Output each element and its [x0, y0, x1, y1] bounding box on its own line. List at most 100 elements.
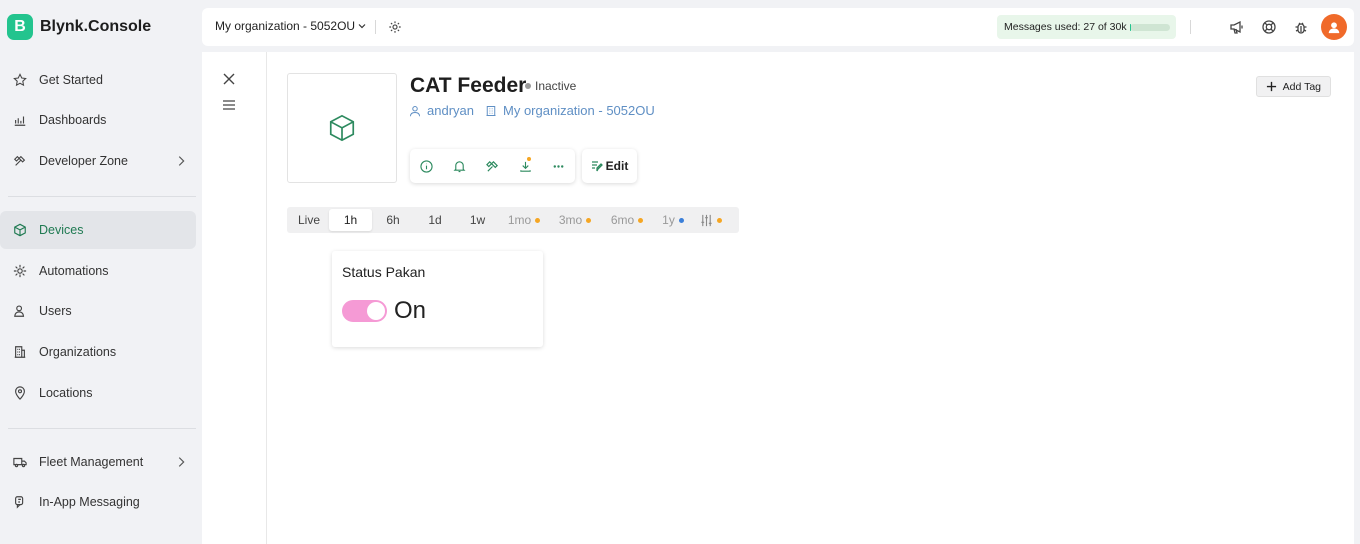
edit-button[interactable]: Edit — [582, 149, 637, 183]
help-lifebuoy-icon[interactable] — [1261, 19, 1277, 35]
period-label: Live — [297, 213, 320, 227]
period-6mo[interactable]: 6mo — [601, 209, 653, 231]
sidebar-item-label: Dashboards — [39, 113, 107, 127]
status-dot — [525, 83, 531, 89]
period-1h[interactable]: 1h — [329, 209, 372, 231]
period-label: 1h — [343, 213, 358, 227]
tools-icon — [12, 154, 27, 169]
premium-dot — [535, 217, 541, 223]
device-actions-toolbar — [410, 149, 575, 183]
sidebar-item-users[interactable]: Users — [0, 292, 196, 330]
plus-icon — [1266, 81, 1276, 92]
status-text: Inactive — [535, 79, 577, 93]
period-label: 6mo — [610, 213, 635, 227]
sidebar-item-devices[interactable]: Devices — [0, 211, 196, 249]
status-toggle[interactable] — [342, 300, 387, 322]
sidebar-item-label: Automations — [39, 264, 109, 278]
cube-icon — [329, 114, 355, 142]
tools-icon — [486, 160, 498, 172]
sidebar-item-label: Fleet Management — [39, 455, 144, 469]
device-status: Inactive — [525, 79, 576, 93]
top-bar: My organization - 5052OU Messages used: … — [202, 8, 1354, 46]
messages-usage[interactable]: Messages used: 27 of 30k — [997, 15, 1176, 39]
sidebar-divider — [8, 428, 196, 429]
sidebar-item-label: Organizations — [39, 345, 117, 359]
blynk-logo: B — [7, 14, 33, 40]
message-icon — [12, 495, 27, 510]
star-icon — [12, 73, 27, 88]
pin-icon — [12, 386, 27, 401]
time-range-selector: Live 1h 6h 1d 1w 1mo 3mo 6mo 1y — [287, 207, 739, 233]
messages-usage-fill — [1130, 24, 1131, 31]
automation-icon — [12, 264, 27, 279]
chart-icon — [12, 113, 27, 128]
sidebar-item-fleet-management[interactable]: Fleet Management — [0, 443, 196, 481]
avatar[interactable] — [1321, 14, 1347, 40]
period-label: 3mo — [558, 213, 583, 227]
device-panel: CAT Feeder Inactive andryan My organizat… — [202, 52, 1354, 544]
period-1y[interactable]: 1y — [653, 209, 693, 231]
more-button[interactable] — [542, 149, 575, 183]
period-1d[interactable]: 1d — [414, 209, 456, 231]
sidebar-item-label: Get Started — [39, 73, 103, 87]
sidebar: B Blynk.Console Get Started Dashboards D… — [0, 0, 202, 544]
chevron-right-icon — [178, 457, 185, 467]
bug-icon[interactable] — [1293, 19, 1309, 35]
add-tag-label: Add Tag — [1282, 80, 1321, 93]
period-6h[interactable]: 6h — [372, 209, 414, 231]
download-button[interactable] — [509, 149, 542, 183]
premium-dot — [586, 217, 592, 223]
period-1mo[interactable]: 1mo — [499, 209, 549, 231]
period-label: 6h — [386, 213, 400, 227]
add-tag-button[interactable]: Add Tag — [1255, 76, 1331, 97]
sidebar-item-locations[interactable]: Locations — [0, 374, 196, 412]
brand[interactable]: B Blynk.Console — [7, 14, 151, 40]
messages-usage-bar — [1130, 24, 1170, 31]
device-owner: andryan — [427, 103, 474, 118]
menu-icon[interactable] — [222, 99, 236, 111]
info-icon — [420, 159, 433, 173]
sidebar-item-label: Locations — [39, 386, 93, 400]
chevron-down-icon — [358, 24, 366, 29]
period-3mo[interactable]: 3mo — [549, 209, 601, 231]
info-button[interactable] — [410, 149, 443, 183]
close-icon[interactable] — [222, 72, 236, 86]
organization-name: My organization - 5052OU — [215, 19, 356, 33]
edit-label: Edit — [605, 159, 629, 173]
sidebar-item-automations[interactable]: Automations — [0, 252, 196, 290]
sidebar-item-get-started[interactable]: Get Started — [0, 61, 196, 99]
device-org-link[interactable]: My organization - 5052OU — [485, 103, 655, 118]
toggle-knob — [367, 302, 385, 320]
brand-name: Blynk.Console — [40, 18, 152, 35]
period-live[interactable]: Live — [289, 209, 329, 231]
premium-dot — [678, 217, 684, 223]
messages-usage-text: Messages used: 27 of 30k — [1004, 21, 1127, 33]
megaphone-icon[interactable] — [1229, 19, 1245, 35]
premium-dot — [717, 217, 722, 223]
developer-tools-button[interactable] — [476, 149, 509, 183]
sidebar-item-label: Devices — [39, 223, 84, 237]
custom-period-button[interactable] — [693, 209, 729, 231]
chevron-right-icon — [178, 156, 185, 166]
notification-dot — [527, 157, 531, 161]
device-owner-link[interactable]: andryan — [409, 103, 474, 118]
gear-icon[interactable] — [388, 20, 402, 34]
widget-title: Status Pakan — [342, 264, 426, 280]
sidebar-item-dashboards[interactable]: Dashboards — [0, 101, 196, 139]
period-1w[interactable]: 1w — [456, 209, 499, 231]
premium-dot — [638, 217, 644, 223]
separator — [375, 20, 376, 34]
device-name: CAT Feeder — [410, 74, 527, 97]
sidebar-item-organizations[interactable]: Organizations — [0, 333, 196, 371]
building-icon — [486, 105, 496, 116]
user-icon — [410, 105, 420, 116]
organization-selector[interactable]: My organization - 5052OU — [215, 19, 367, 33]
separator — [1190, 20, 1191, 34]
sidebar-item-developer-zone[interactable]: Developer Zone — [0, 142, 196, 180]
sidebar-item-in-app-messaging[interactable]: In-App Messaging — [0, 483, 196, 521]
sidebar-divider — [8, 196, 196, 197]
sidebar-item-label: Users — [39, 304, 72, 318]
cube-icon — [12, 223, 27, 238]
notifications-button[interactable] — [443, 149, 476, 183]
edit-icon — [591, 161, 603, 172]
